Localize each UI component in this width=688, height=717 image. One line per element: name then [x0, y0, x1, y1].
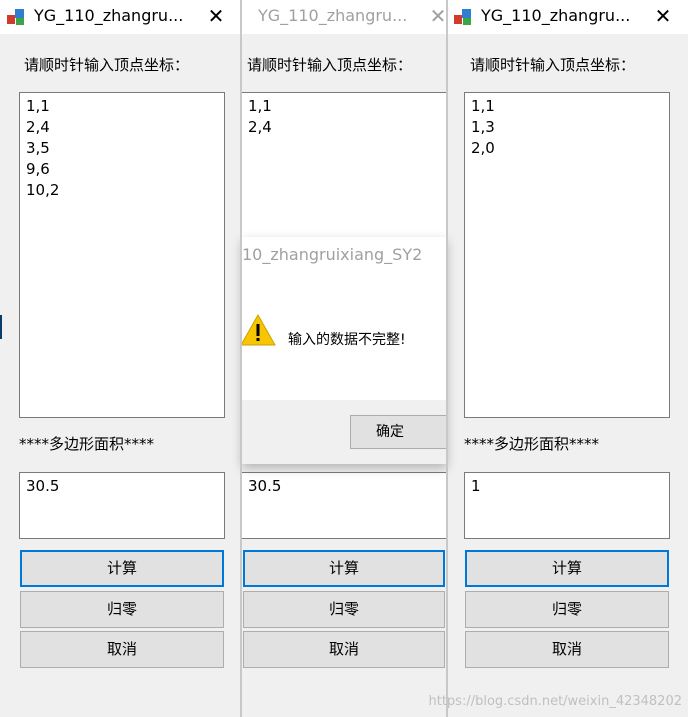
coord-line: 2,4: [248, 118, 272, 136]
area-output[interactable]: 1: [464, 472, 670, 539]
reset-button[interactable]: 归零: [20, 591, 224, 628]
message-dialog: 10_zhangruixiang_SY2 输入的数据不完整! 确定: [242, 237, 447, 464]
title-bar[interactable]: YG_110_zhangru... ✕: [0, 0, 240, 34]
close-icon[interactable]: ✕: [652, 5, 674, 27]
area-value: 1: [471, 477, 481, 495]
area-value: 30.5: [26, 477, 60, 495]
cancel-button[interactable]: 取消: [243, 631, 445, 668]
close-icon[interactable]: ✕: [427, 5, 447, 27]
window-divider: [240, 0, 242, 717]
app-window-3: YG_110_zhangru... ✕ 请顺时针输入顶点坐标： 1,1 1,3 …: [447, 0, 688, 717]
coord-line: 2,4: [26, 118, 50, 136]
reset-button[interactable]: 归零: [465, 591, 669, 628]
area-output[interactable]: 30.5: [242, 472, 447, 539]
close-icon[interactable]: ✕: [205, 5, 227, 27]
window-title: YG_110_zhangru...: [34, 6, 184, 25]
window-title: YG_110_zhangru...: [481, 6, 631, 25]
app-icon: [7, 9, 24, 25]
area-label: ****多边形面积****: [19, 435, 155, 453]
calculate-button[interactable]: 计算: [243, 550, 445, 587]
calculate-button[interactable]: 计算: [20, 550, 224, 587]
area-label: ****多边形面积****: [464, 435, 600, 453]
area-value: 30.5: [248, 477, 282, 495]
coords-textarea[interactable]: 1,1 2,4 3,5 9,6 10,2: [19, 92, 225, 418]
coord-line: 10,2: [26, 181, 60, 199]
cancel-button[interactable]: 取消: [465, 631, 669, 668]
coords-prompt: 请顺时针输入顶点坐标：: [470, 56, 636, 74]
coords-prompt: 请顺时针输入顶点坐标：: [24, 56, 190, 74]
watermark: https://blog.csdn.net/weixin_42348202: [428, 694, 682, 709]
window-divider: [446, 0, 448, 717]
window-title: YG_110_zhangru...: [258, 6, 408, 25]
coord-line: 3,5: [26, 139, 50, 157]
coord-line: 1,1: [248, 97, 272, 115]
coord-line: 2,0: [471, 139, 495, 157]
dialog-title: 10_zhangruixiang_SY2: [242, 245, 423, 264]
dialog-footer: 确定: [242, 400, 447, 464]
coord-line: 1,3: [471, 118, 495, 136]
window-edge: [0, 315, 2, 339]
title-bar[interactable]: YG_110_zhangru... ✕: [447, 0, 688, 34]
coord-line: 9,6: [26, 160, 50, 178]
cancel-button[interactable]: 取消: [20, 631, 224, 668]
ok-button[interactable]: 确定: [350, 415, 447, 449]
app-window-1: YG_110_zhangru... ✕ 请顺时针输入顶点坐标： 1,1 2,4 …: [0, 0, 240, 717]
title-bar[interactable]: YG_110_zhangru... ✕: [242, 0, 447, 34]
coords-textarea[interactable]: 1,1 1,3 2,0: [464, 92, 670, 418]
coords-prompt: 请顺时针输入顶点坐标：: [247, 56, 413, 74]
warning-icon: [242, 313, 276, 346]
calculate-button[interactable]: 计算: [465, 550, 669, 587]
dialog-message: 输入的数据不完整!: [288, 332, 406, 348]
coord-line: 1,1: [471, 97, 495, 115]
app-icon: [454, 9, 471, 25]
coord-line: 1,1: [26, 97, 50, 115]
area-output[interactable]: 30.5: [19, 472, 225, 539]
reset-button[interactable]: 归零: [243, 591, 445, 628]
